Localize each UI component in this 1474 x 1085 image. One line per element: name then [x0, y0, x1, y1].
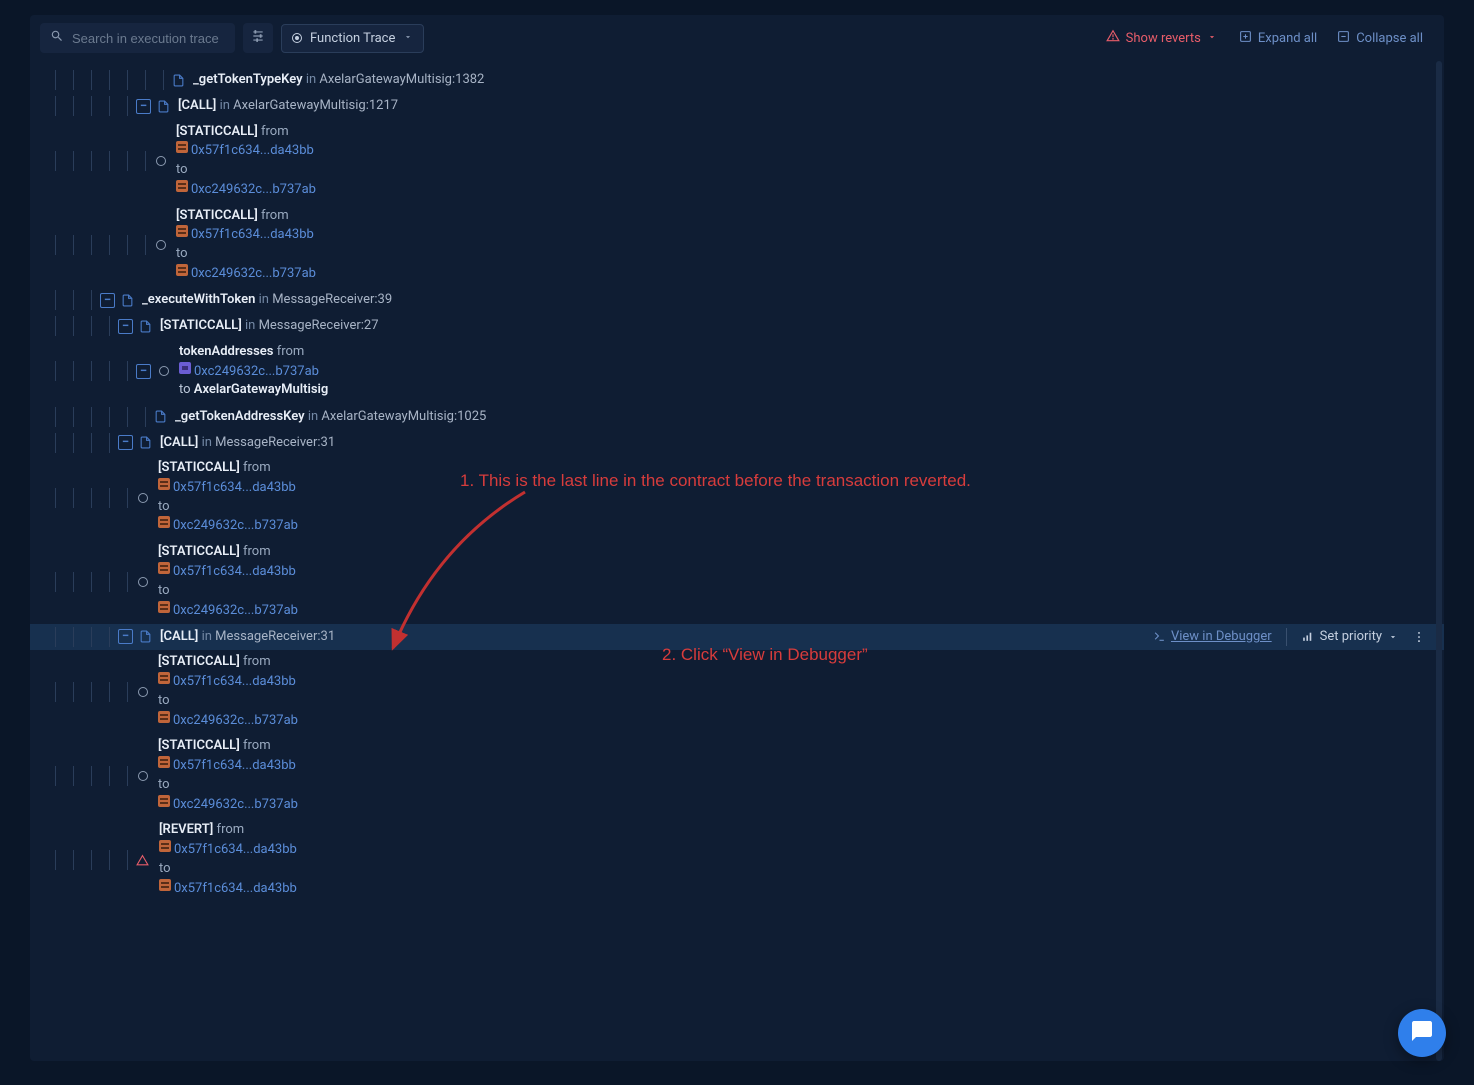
- view-in-debugger-link[interactable]: View in Debugger: [1153, 629, 1272, 644]
- minus-square-icon: [1337, 30, 1350, 47]
- collapse-toggle[interactable]: −: [118, 435, 133, 450]
- collapse-all-button[interactable]: Collapse all: [1331, 26, 1429, 51]
- step-marker-icon: [138, 771, 148, 781]
- file-icon: [157, 99, 170, 114]
- trace-row-content: [STATICCALL] from0x57f1c634...da43bbto0x…: [176, 123, 316, 200]
- filter-button[interactable]: [243, 23, 273, 53]
- trace-row[interactable]: [STATICCALL] from0x57f1c634...da43bbto0x…: [30, 650, 1444, 734]
- trace-row[interactable]: [STATICCALL] from0x57f1c634...da43bbto0x…: [30, 734, 1444, 818]
- trace-row-content: [STATICCALL] from0x57f1c634...da43bbto0x…: [158, 459, 298, 536]
- warning-icon: [1106, 29, 1120, 47]
- address-link[interactable]: 0xc249632c...b737ab: [173, 602, 298, 617]
- trace-row[interactable]: − [STATICCALL] in MessageReceiver:27: [30, 313, 1444, 339]
- trace-row-content: [CALL] in MessageReceiver:31: [160, 434, 335, 452]
- search-input[interactable]: [72, 31, 225, 46]
- search-box[interactable]: [40, 23, 235, 53]
- address-link[interactable]: 0xc249632c...b737ab: [173, 518, 298, 533]
- trace-row-content: [STATICCALL] from0x57f1c634...da43bbto0x…: [158, 737, 298, 814]
- address-link[interactable]: 0x57f1c634...da43bb: [191, 143, 314, 158]
- address-link[interactable]: 0xc249632c...b737ab: [191, 266, 316, 281]
- address-link[interactable]: 0xc249632c...b737ab: [173, 713, 298, 728]
- trace-row-content: [REVERT] from0x57f1c634...da43bbto0x57f1…: [159, 821, 297, 898]
- address-link[interactable]: 0x57f1c634...da43bb: [174, 842, 297, 857]
- step-marker-icon: [156, 240, 166, 250]
- trace-row[interactable]: − _executeWithToken in MessageReceiver:39: [30, 287, 1444, 313]
- trace-row-content: [STATICCALL] from0x57f1c634...da43bbto0x…: [158, 653, 298, 730]
- collapse-toggle[interactable]: −: [118, 629, 133, 644]
- file-icon: [172, 73, 185, 88]
- trace-row-content: [CALL] in MessageReceiver:31: [160, 628, 335, 646]
- trace-row[interactable]: − [CALL] in MessageReceiver:31 View in Deb…: [30, 624, 1444, 650]
- trace-row-content: [STATICCALL] from0x57f1c634...da43bbto0x…: [158, 543, 298, 620]
- sliders-icon: [251, 29, 265, 47]
- trace-tree: _getTokenTypeKey in AxelarGatewayMultisi…: [30, 61, 1444, 1061]
- trace-row-content: [STATICCALL] in MessageReceiver:27: [160, 317, 379, 335]
- address-link[interactable]: 0xc249632c...b737ab: [173, 797, 298, 812]
- search-icon: [50, 29, 64, 47]
- trace-row[interactable]: _getTokenTypeKey in AxelarGatewayMultisi…: [30, 67, 1444, 93]
- collapse-toggle[interactable]: −: [100, 293, 115, 308]
- set-priority-button[interactable]: Set priority: [1301, 629, 1398, 644]
- trace-row[interactable]: − tokenAddresses from0xc249632c...b737abt…: [30, 339, 1444, 403]
- collapse-all-label: Collapse all: [1356, 31, 1423, 46]
- step-marker-icon: [156, 156, 166, 166]
- file-icon: [154, 409, 167, 424]
- toolbar: Function Trace Show reverts Expand all C…: [30, 15, 1444, 61]
- trace-row-content: _getTokenTypeKey in AxelarGatewayMultisi…: [193, 71, 484, 89]
- collapse-toggle[interactable]: −: [136, 99, 151, 114]
- revert-warning-icon: [136, 854, 149, 867]
- step-marker-icon: [138, 577, 148, 587]
- address-link[interactable]: 0x57f1c634...da43bb: [173, 758, 296, 773]
- address-link[interactable]: 0x57f1c634...da43bb: [174, 881, 297, 896]
- trace-row[interactable]: [STATICCALL] from0x57f1c634...da43bbto0x…: [30, 203, 1444, 287]
- collapse-toggle[interactable]: −: [136, 364, 151, 379]
- dropdown-label: Function Trace: [310, 31, 395, 46]
- expand-all-button[interactable]: Expand all: [1233, 26, 1323, 51]
- address-link[interactable]: 0x57f1c634...da43bb: [173, 564, 296, 579]
- expand-all-label: Expand all: [1258, 31, 1317, 46]
- more-actions-button[interactable]: [1412, 630, 1426, 644]
- trace-row[interactable]: − [CALL] in MessageReceiver:31: [30, 430, 1444, 456]
- address-link[interactable]: 0x57f1c634...da43bb: [173, 674, 296, 689]
- trace-row-content: [CALL] in AxelarGatewayMultisig:1217: [178, 97, 398, 115]
- step-marker-icon: [138, 687, 148, 697]
- address-link[interactable]: 0x57f1c634...da43bb: [191, 227, 314, 242]
- trace-row[interactable]: _getTokenAddressKey in AxelarGatewayMult…: [30, 404, 1444, 430]
- trace-row-content: _getTokenAddressKey in AxelarGatewayMult…: [175, 408, 486, 426]
- record-dot-icon: [292, 33, 302, 43]
- step-marker-icon: [138, 493, 148, 503]
- file-icon: [139, 435, 152, 450]
- trace-row-content: [STATICCALL] from0x57f1c634...da43bbto0x…: [176, 207, 316, 284]
- trace-row[interactable]: − [CALL] in AxelarGatewayMultisig:1217: [30, 93, 1444, 119]
- show-reverts-toggle[interactable]: Show reverts: [1098, 25, 1225, 51]
- trace-row-content: tokenAddresses from0xc249632c...b737abto…: [179, 343, 328, 400]
- trace-row[interactable]: [STATICCALL] from0x57f1c634...da43bbto0x…: [30, 119, 1444, 203]
- row-actions: View in Debugger Set priority: [1153, 628, 1426, 646]
- file-icon: [139, 319, 152, 334]
- trace-row[interactable]: [STATICCALL] from0x57f1c634...da43bbto0x…: [30, 456, 1444, 540]
- chat-icon: [1410, 1019, 1434, 1047]
- chevron-down-icon: [403, 31, 413, 46]
- file-icon: [121, 293, 134, 308]
- chevron-down-icon: [1207, 31, 1217, 46]
- trace-row[interactable]: [REVERT] from0x57f1c634...da43bbto0x57f1…: [30, 818, 1444, 902]
- chat-launcher-button[interactable]: [1398, 1009, 1446, 1057]
- address-link[interactable]: 0x57f1c634...da43bb: [173, 480, 296, 495]
- trace-type-dropdown[interactable]: Function Trace: [281, 24, 424, 53]
- step-marker-icon: [159, 366, 169, 376]
- trace-row-content: _executeWithToken in MessageReceiver:39: [142, 291, 392, 309]
- collapse-toggle[interactable]: −: [118, 319, 133, 334]
- address-link[interactable]: 0xc249632c...b737ab: [194, 363, 319, 378]
- trace-row[interactable]: [STATICCALL] from0x57f1c634...da43bbto0x…: [30, 540, 1444, 624]
- plus-square-icon: [1239, 30, 1252, 47]
- show-reverts-label: Show reverts: [1126, 31, 1201, 46]
- address-link[interactable]: 0xc249632c...b737ab: [191, 182, 316, 197]
- file-icon: [139, 629, 152, 644]
